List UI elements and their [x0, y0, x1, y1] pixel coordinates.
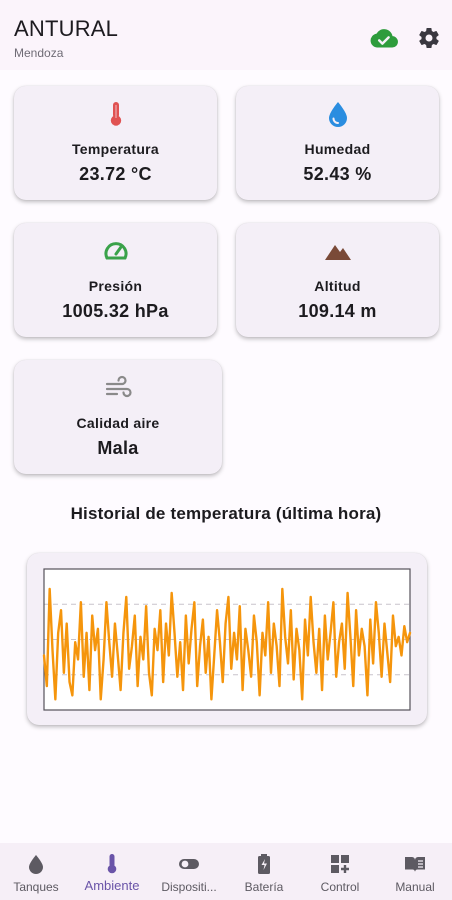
- temperature-card[interactable]: Temperatura 23.72 °C: [14, 86, 217, 200]
- app-title: ANTURAL: [14, 16, 119, 41]
- temperature-label: Temperatura: [71, 141, 160, 157]
- cloud-done-icon[interactable]: [370, 27, 398, 49]
- altitude-card[interactable]: Altitud 109.14 m: [236, 223, 439, 337]
- nav-label: Manual: [395, 880, 435, 894]
- toggle-icon: [179, 859, 199, 869]
- nav-manual[interactable]: Manual: [378, 843, 452, 900]
- speedometer-icon: [104, 242, 127, 260]
- location-subtitle: Mendoza: [14, 46, 64, 60]
- nav-tanques[interactable]: Tanques: [0, 843, 72, 900]
- nav-dispositivos[interactable]: Dispositi...: [152, 843, 226, 900]
- humidity-label: Humedad: [304, 141, 371, 157]
- humidity-card[interactable]: Humedad 52.43 %: [236, 86, 439, 200]
- humidity-value: 52.43 %: [303, 164, 372, 184]
- nav-bateria[interactable]: Batería: [226, 843, 302, 900]
- pressure-label: Presión: [88, 278, 143, 294]
- nav-ambiente[interactable]: Ambiente: [72, 843, 152, 900]
- nav-label: Control: [320, 880, 360, 894]
- thermometer-icon: [107, 854, 117, 874]
- pressure-value: 1005.32 hPa: [62, 301, 169, 321]
- dashboard-add-icon: [331, 855, 349, 873]
- wind-icon: [105, 375, 132, 398]
- nav-label: Ambiente: [84, 878, 140, 893]
- air-quality-card[interactable]: Calidad aire Mala: [14, 360, 222, 474]
- pressure-card[interactable]: Presión 1005.32 hPa: [14, 223, 217, 337]
- air-quality-value: Mala: [97, 438, 139, 458]
- altitude-value: 109.14 m: [298, 301, 377, 321]
- nav-control[interactable]: Control: [302, 843, 378, 900]
- book-icon: [405, 857, 425, 872]
- altitude-label: Altitud: [314, 278, 361, 294]
- history-title: Historial de temperatura (última hora): [70, 504, 382, 523]
- battery-icon: [258, 854, 270, 874]
- water-drop-icon: [328, 102, 347, 127]
- temperature-line-chart: [42, 568, 412, 711]
- app-bar: ANTURAL Mendoza: [0, 0, 452, 70]
- mountain-icon: [324, 245, 351, 260]
- gear-icon[interactable]: [417, 26, 441, 50]
- temperature-chart-card: [27, 553, 427, 725]
- nav-label: Batería: [244, 880, 284, 894]
- nav-label: Tanques: [13, 880, 59, 894]
- temperature-value: 23.72 °C: [79, 164, 152, 184]
- air-quality-label: Calidad aire: [76, 415, 160, 431]
- thermometer-icon: [110, 102, 121, 126]
- water-drop-icon: [29, 855, 43, 874]
- bottom-navigation: Tanques Ambiente Dispositi... Batería Co…: [0, 843, 452, 900]
- nav-label: Dispositi...: [161, 880, 217, 894]
